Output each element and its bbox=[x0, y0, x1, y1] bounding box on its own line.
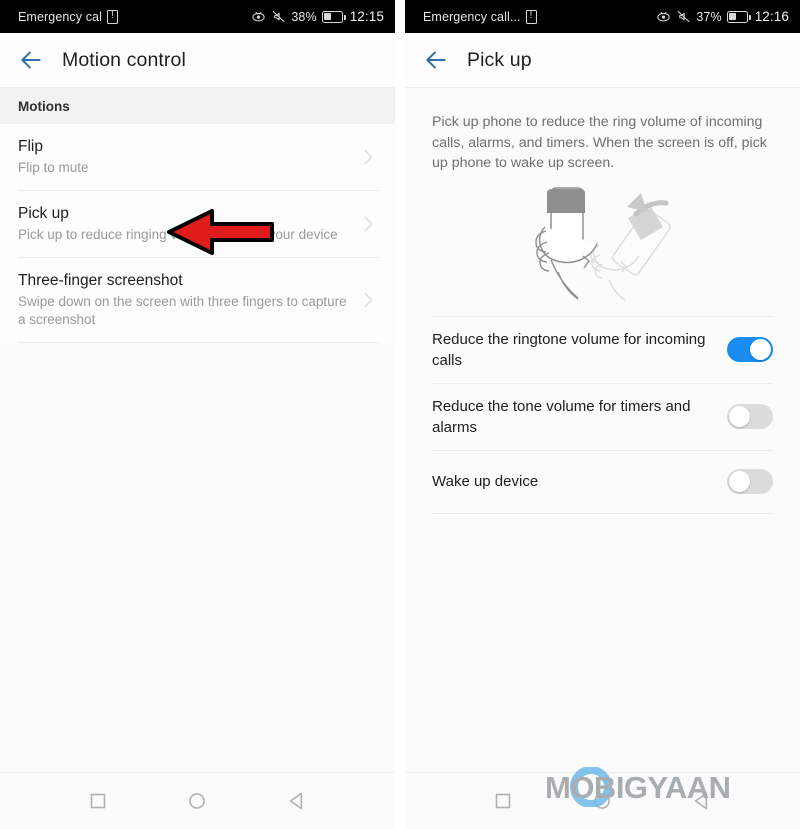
circle-home-icon[interactable] bbox=[184, 788, 210, 814]
feature-description: Pick up phone to reduce the ring volume … bbox=[432, 114, 767, 171]
left-navigation-bar bbox=[0, 772, 395, 829]
list-item-texts: Three-finger screenshot Swipe down on th… bbox=[18, 271, 357, 329]
status-bar-right-group: 37% 12:16 bbox=[656, 9, 789, 24]
status-bar-left-group: Emergency call... bbox=[423, 9, 656, 24]
ringer-silent-icon bbox=[678, 10, 690, 23]
toggle-label: Wake up device bbox=[432, 473, 539, 490]
back-arrow-icon[interactable] bbox=[18, 47, 44, 73]
list-item-texts: Pick up Pick up to reduce ringing volume… bbox=[18, 204, 357, 244]
list-item-title: Three-finger screenshot bbox=[18, 272, 183, 289]
chevron-right-icon bbox=[364, 216, 373, 232]
left-status-bar: Emergency cal 38% 12:15 bbox=[0, 0, 395, 33]
list-item-texts: Flip Flip to mute bbox=[18, 137, 357, 177]
toggle-switch-reduce-ringtone-volume[interactable] bbox=[727, 337, 773, 362]
right-navigation-bar bbox=[405, 772, 800, 829]
dual-screenshot-container: Emergency cal 38% 12:15 bbox=[0, 0, 800, 829]
toggle-row-reduce-tone-volume[interactable]: Reduce the tone volume for timers and al… bbox=[432, 384, 773, 450]
triangle-back-icon[interactable] bbox=[284, 788, 310, 814]
left-phone-screen: Emergency cal 38% 12:15 bbox=[0, 0, 395, 829]
clock-label: 12:15 bbox=[349, 9, 384, 24]
motions-list: Flip Flip to mute Pick up Pick up to red… bbox=[0, 124, 395, 343]
circle-home-icon[interactable] bbox=[589, 788, 615, 814]
square-recents-icon[interactable] bbox=[85, 788, 111, 814]
toggle-row-reduce-ringtone-volume[interactable]: Reduce the ringtone volume for incoming … bbox=[432, 317, 773, 383]
sim-card-alert-icon bbox=[106, 9, 118, 24]
screen-separator bbox=[395, 0, 405, 829]
list-item-title: Flip bbox=[18, 138, 43, 155]
list-item-flip[interactable]: Flip Flip to mute bbox=[0, 124, 395, 190]
list-item-three-finger-screenshot[interactable]: Three-finger screenshot Swipe down on th… bbox=[0, 258, 395, 342]
back-arrow-icon[interactable] bbox=[423, 47, 449, 73]
carrier-label: Emergency cal bbox=[18, 9, 102, 24]
list-item-pick-up[interactable]: Pick up Pick up to reduce ringing volume… bbox=[0, 191, 395, 257]
status-bar-left-group: Emergency cal bbox=[18, 9, 251, 24]
right-app-bar: Pick up bbox=[405, 33, 800, 88]
ringer-silent-icon bbox=[273, 10, 285, 23]
section-header-motions: Motions bbox=[0, 88, 395, 124]
left-app-bar: Motion control bbox=[0, 33, 395, 88]
battery-percent-label: 37% bbox=[696, 9, 722, 24]
chevron-right-icon bbox=[364, 149, 373, 165]
battery-percent-label: 38% bbox=[291, 9, 317, 24]
toggle-label: Reduce the tone volume for timers and al… bbox=[432, 397, 691, 436]
chevron-right-icon bbox=[364, 292, 373, 308]
toggle-switch-reduce-tone-volume[interactable] bbox=[727, 404, 773, 429]
battery-icon bbox=[726, 10, 751, 23]
right-status-bar: Emergency call... 37% 12:16 bbox=[405, 0, 800, 33]
toggle-switch-wake-up-device[interactable] bbox=[727, 469, 773, 494]
eye-comfort-icon bbox=[657, 11, 670, 22]
battery-icon bbox=[321, 10, 346, 23]
list-item-subtitle: Swipe down on the screen with three fing… bbox=[18, 294, 347, 327]
status-bar-right-group: 38% 12:15 bbox=[251, 9, 384, 24]
toggle-label: Reduce the ringtone volume for incoming … bbox=[432, 330, 706, 369]
square-recents-icon[interactable] bbox=[490, 788, 516, 814]
list-item-subtitle: Flip to mute bbox=[18, 160, 89, 175]
hand-holding-phone-lift-gesture-illustration bbox=[535, 186, 671, 301]
list-item-subtitle: Pick up to reduce ringing volume or wake… bbox=[18, 227, 338, 242]
carrier-label: Emergency call... bbox=[423, 9, 521, 24]
page-title: Motion control bbox=[62, 48, 186, 71]
triangle-back-icon[interactable] bbox=[689, 788, 715, 814]
toggle-row-wake-up-device[interactable]: Wake up device bbox=[432, 451, 773, 513]
page-title: Pick up bbox=[467, 48, 532, 71]
list-item-title: Pick up bbox=[18, 205, 69, 222]
pick-up-illustration bbox=[405, 180, 800, 308]
list-divider bbox=[18, 342, 379, 343]
pick-up-settings-list: Reduce the ringtone volume for incoming … bbox=[405, 317, 800, 514]
clock-label: 12:16 bbox=[754, 9, 789, 24]
sim-card-alert-icon bbox=[525, 9, 537, 24]
eye-comfort-icon bbox=[252, 11, 265, 22]
right-phone-screen: Emergency call... 37% 12:16 bbox=[405, 0, 800, 829]
toggle-divider bbox=[432, 512, 773, 514]
